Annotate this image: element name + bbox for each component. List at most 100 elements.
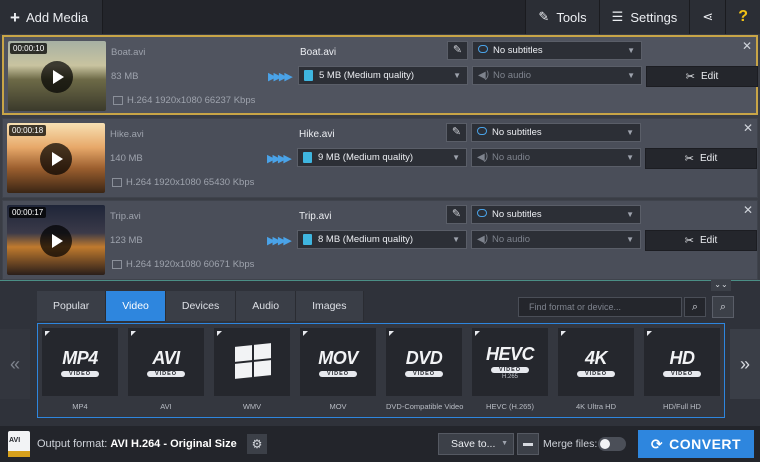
chevron-down-icon: ▼ [626, 210, 634, 219]
gear-icon[interactable]: ⚙ [247, 434, 267, 454]
format-logo-sub: H.265 [501, 374, 518, 380]
source-file-name: Trip.avi [110, 211, 141, 222]
scroll-left-arrow[interactable]: « [0, 329, 30, 399]
format-avi[interactable]: AVI VIDEO AVI [128, 328, 204, 414]
merge-files-toggle[interactable] [598, 437, 626, 451]
edit-button[interactable]: ✂ Edit [645, 230, 757, 251]
add-media-button[interactable]: + Add Media [0, 0, 104, 34]
format-hd[interactable]: HD VIDEO HD/Full HD [644, 328, 720, 414]
tab-video[interactable]: Video [106, 291, 166, 321]
source-info-text: H.264 1920x1080 60671 Kbps [126, 259, 255, 270]
bottom-bar: AVI Output format: AVI H.264 - Original … [0, 426, 760, 462]
output-format-icon: AVI [8, 431, 30, 457]
plus-icon: + [10, 7, 20, 27]
subtitles-dropdown[interactable]: No subtitles ▼ [472, 41, 642, 60]
tab-images[interactable]: Images [296, 291, 364, 321]
edit-button[interactable]: ✂ Edit [646, 66, 758, 87]
format-panel: Popular Video Devices Audio Images Find … [0, 291, 760, 426]
subtitles-dropdown[interactable]: No subtitles ▼ [471, 205, 641, 224]
rename-pencil-icon[interactable]: ✎ [446, 205, 467, 224]
save-to-dropdown[interactable]: Save to... ▼ [438, 433, 514, 455]
convert-arrow-icon: ▶▶▶▶ [267, 235, 292, 247]
format-label: 4K Ultra HD [575, 402, 616, 411]
format-search-input[interactable]: Find format or device... [518, 297, 682, 317]
format-logo-pill: VIDEO [576, 370, 616, 377]
remove-file-close-icon[interactable]: ✕ [743, 203, 753, 217]
format-logo-text: MOV [318, 347, 358, 368]
format-dvd[interactable]: DVD VIDEO DVD-Compatible Video [386, 328, 463, 414]
format-logo-text: HEVC [485, 344, 535, 364]
share-button[interactable]: ⋖ [689, 0, 726, 34]
format-4k[interactable]: 4K VIDEO 4K Ultra HD [558, 328, 634, 414]
speaker-icon: ◀) [477, 152, 489, 163]
format-tile: MP4 VIDEO [42, 328, 118, 396]
add-media-label: Add Media [25, 9, 89, 25]
tab-devices[interactable]: Devices [165, 291, 237, 321]
audio-dropdown[interactable]: ◀) No audio ▼ [471, 148, 641, 167]
format-tile: DVD VIDEO [386, 328, 462, 396]
video-thumbnail[interactable]: 00:00:10 [8, 41, 106, 111]
format-tabs: Popular Video Devices Audio Images [37, 291, 364, 321]
file-row-trip[interactable]: 00:00:17 Trip.avi 123 MB H.264 1920x1080… [2, 200, 758, 280]
chevron-down-icon: ▼ [626, 235, 634, 244]
subtitles-text: No subtitles [493, 45, 543, 56]
convert-arrow-icon: ▶▶▶▶ [267, 153, 292, 165]
output-format-value: AVI H.264 - Original Size [110, 438, 237, 450]
source-file-name: Boat.avi [111, 47, 146, 58]
format-mov[interactable]: MOV VIDEO MOV [300, 328, 376, 414]
file-row-boat[interactable]: 00:00:10 Boat.avi 83 MB H.264 1920x1080 … [2, 35, 758, 115]
detect-device-icon[interactable]: ⌕ [712, 296, 734, 318]
format-label: AVI [160, 402, 172, 411]
convert-button[interactable]: ⟳ CONVERT [638, 430, 754, 458]
settings-label: Settings [630, 9, 678, 25]
collapse-chevron-icon[interactable]: ⌄⌄ [711, 280, 731, 291]
tab-audio[interactable]: Audio [236, 291, 297, 321]
panel-divider: ⌄⌄ [0, 280, 760, 291]
format-mp4[interactable]: MP4 VIDEO MP4 [42, 328, 118, 414]
file-row-hike[interactable]: 00:00:18 Hike.avi 140 MB H.264 1920x1080… [2, 118, 758, 198]
format-hevc[interactable]: HEVC VIDEO H.265 HEVC (H.265) [472, 328, 548, 414]
top-right-buttons: ✎ Tools ☰ Settings ⋖ ? [525, 0, 760, 34]
folder-icon[interactable]: ▬ [517, 433, 539, 455]
output-size-dropdown[interactable]: 9 MB (Medium quality) ▼ [297, 148, 467, 167]
scroll-right-arrow[interactable]: » [730, 329, 760, 399]
output-size-dropdown[interactable]: 8 MB (Medium quality) ▼ [297, 230, 467, 249]
tools-button[interactable]: ✎ Tools [525, 0, 599, 34]
chevron-down-icon: ▼ [627, 71, 635, 80]
play-icon[interactable] [40, 225, 72, 257]
windows-logo-icon [233, 343, 271, 379]
tab-popular[interactable]: Popular [37, 291, 107, 321]
merge-files-label: Merge files: [543, 438, 598, 450]
edit-label: Edit [700, 71, 719, 82]
rename-pencil-icon[interactable]: ✎ [447, 41, 468, 60]
output-size-text: 8 MB (Medium quality) [318, 234, 414, 245]
remove-file-close-icon[interactable]: ✕ [742, 39, 752, 53]
edit-button[interactable]: ✂ Edit [645, 148, 757, 169]
audio-dropdown[interactable]: ◀) No audio ▼ [471, 230, 641, 249]
format-label: HD/Full HD [663, 402, 701, 411]
tools-label: Tools [556, 9, 587, 25]
help-icon: ? [738, 8, 748, 25]
help-button[interactable]: ? [725, 0, 760, 34]
format-label: HEVC (H.265) [486, 402, 534, 411]
play-icon[interactable] [41, 61, 73, 93]
source-info-text: H.264 1920x1080 65430 Kbps [126, 177, 255, 188]
output-size-dropdown[interactable]: 5 MB (Medium quality) ▼ [298, 66, 468, 85]
video-thumbnail[interactable]: 00:00:17 [7, 205, 105, 275]
format-wmv[interactable]: WMV [214, 328, 290, 414]
format-logo-text: MP4 [62, 347, 98, 368]
audio-dropdown[interactable]: ◀) No audio ▼ [472, 66, 642, 85]
play-icon[interactable] [40, 143, 72, 175]
subtitles-dropdown[interactable]: No subtitles ▼ [471, 123, 641, 142]
file-icon [303, 152, 312, 163]
settings-button[interactable]: ☰ Settings [598, 0, 690, 34]
rename-pencil-icon[interactable]: ✎ [446, 123, 467, 142]
format-logo-text: DVD [405, 347, 443, 368]
video-thumbnail[interactable]: 00:00:18 [7, 123, 105, 193]
format-label: MP4 [72, 402, 88, 411]
remove-file-close-icon[interactable]: ✕ [743, 121, 753, 135]
search-icon[interactable]: ⌕ [684, 297, 706, 317]
chevron-down-icon: ▼ [453, 71, 461, 80]
edit-label: Edit [699, 153, 718, 164]
output-format: Output format: AVI H.264 - Original Size [37, 438, 237, 450]
